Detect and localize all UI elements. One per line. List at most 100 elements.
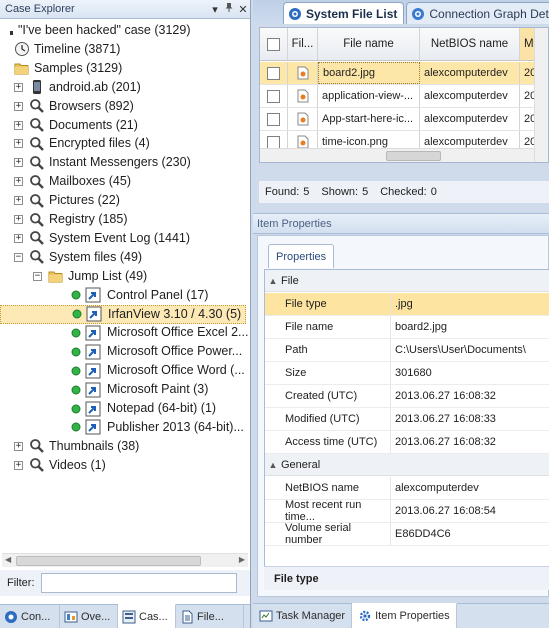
expand-icon[interactable]: +	[14, 139, 23, 149]
row-checkbox[interactable]	[267, 89, 280, 103]
tree-node[interactable]: Samples (3129)	[14, 59, 122, 78]
column-file-name[interactable]: File name	[318, 28, 420, 60]
tree-scroll-thumb[interactable]	[16, 556, 201, 566]
property-row[interactable]: Modified (UTC) 2013.06.27 16:08:33	[265, 408, 549, 431]
property-row[interactable]: Volume serial number E86DD4C6	[265, 522, 549, 546]
expand-icon[interactable]: +	[14, 120, 23, 130]
grid-horizontal-scrollbar[interactable]	[260, 148, 548, 162]
file-list-grid: Fil... File name NetBIOS name Most board…	[259, 27, 549, 163]
row-checkbox-cell[interactable]	[260, 108, 288, 130]
property-row[interactable]: Path C:\Users\User\Documents\	[265, 339, 549, 362]
property-description: File type	[264, 566, 549, 590]
tree-node[interactable]: Microsoft Office Power...	[71, 342, 242, 361]
tree-node[interactable]: Timeline (3871)	[14, 40, 120, 59]
grid-vertical-scrollbar[interactable]	[534, 28, 548, 162]
column-file-type[interactable]: Fil...	[288, 28, 318, 60]
property-category[interactable]: ▲ File	[265, 270, 549, 292]
tab-system-file-list[interactable]: System File List	[283, 2, 405, 24]
left-tab-file-tab[interactable]: File...	[176, 605, 244, 628]
property-row[interactable]: File type .jpg	[265, 293, 549, 316]
close-icon[interactable]: ✕	[236, 3, 250, 16]
tab-item-properties[interactable]: Item Properties	[352, 603, 457, 628]
tree-node[interactable]: Publisher 2013 (64-bit)...	[71, 418, 244, 437]
dropdown-icon[interactable]: ▾	[208, 3, 222, 16]
tree-node[interactable]: IrfanView 3.10 / 4.30 (5)	[0, 304, 246, 324]
left-tab-overview[interactable]: Ove...	[60, 605, 118, 628]
tree-node[interactable]: + Pictures (22)	[14, 191, 120, 210]
left-tab-case-tab[interactable]: Cas...	[118, 604, 176, 628]
tree-node-label: Control Panel (17)	[107, 287, 209, 302]
collapse-category-icon[interactable]: ▲	[265, 460, 281, 470]
filter-input[interactable]	[40, 573, 237, 593]
row-checkbox[interactable]	[267, 112, 280, 126]
property-row[interactable]: NetBIOS name alexcomputerdev	[265, 477, 549, 500]
property-row[interactable]: Created (UTC) 2013.06.27 16:08:32	[265, 385, 549, 408]
collapse-icon[interactable]: −	[14, 252, 23, 262]
property-row[interactable]: Size 301680	[265, 362, 549, 385]
tab-task-manager-label: Task Manager	[276, 610, 346, 622]
tree-node[interactable]: Control Panel (17)	[71, 286, 208, 305]
select-all-checkbox[interactable]	[267, 37, 280, 51]
tree-node[interactable]: + Browsers (892)	[14, 97, 134, 116]
tree-node[interactable]: + Documents (21)	[14, 116, 138, 135]
table-row[interactable]: application-view-...alexcomputerdev2013	[260, 85, 536, 108]
tree-node[interactable]: Notepad (64-bit) (1)	[71, 399, 216, 418]
expand-icon[interactable]: +	[14, 460, 23, 470]
property-row[interactable]: Access time (UTC) 2013.06.27 16:08:32	[265, 431, 549, 454]
tree-node[interactable]: + System Event Log (1441)	[14, 229, 190, 248]
property-row[interactable]: File name board2.jpg	[265, 316, 549, 339]
search-icon	[29, 457, 45, 473]
expand-icon[interactable]: +	[14, 101, 23, 111]
expand-icon[interactable]: +	[14, 177, 23, 187]
tree-horizontal-scrollbar[interactable]: ◀ ▶	[2, 553, 248, 567]
property-value: C:\Users\User\Documents\	[395, 344, 526, 356]
expand-icon[interactable]: +	[14, 82, 23, 92]
tree-node[interactable]: + Registry (185)	[14, 210, 128, 229]
tree-node[interactable]: Microsoft Paint (3)	[71, 380, 208, 399]
pin-icon[interactable]	[222, 2, 236, 16]
column-netbios-name[interactable]: NetBIOS name	[420, 28, 520, 60]
property-category[interactable]: ▲ General	[265, 454, 549, 476]
expand-icon[interactable]: +	[14, 158, 23, 168]
tree-node[interactable]: + Videos (1)	[14, 456, 106, 475]
row-checkbox[interactable]	[267, 66, 280, 80]
tree-node[interactable]: + Thumbnails (38)	[14, 437, 139, 456]
table-row[interactable]: board2.jpgalexcomputerdev2013	[260, 62, 536, 85]
property-key: Modified (UTC)	[265, 408, 391, 430]
tree-node[interactable]: Microsoft Office Excel 2...	[71, 323, 248, 342]
left-tab-label: Con...	[21, 610, 51, 623]
tab-connection-graph-details[interactable]: Connection Graph Details	[406, 2, 549, 24]
file-type-icon	[288, 62, 318, 84]
row-checkbox-cell[interactable]	[260, 62, 288, 84]
grid-scroll-thumb[interactable]	[386, 151, 441, 161]
tree-node[interactable]: + Encrypted files (4)	[14, 134, 150, 153]
row-checkbox-cell[interactable]	[260, 85, 288, 107]
row-checkbox[interactable]	[267, 135, 280, 149]
task-manager-icon	[259, 610, 273, 622]
collapse-icon[interactable]: −	[33, 271, 42, 281]
tab-task-manager[interactable]: Task Manager	[253, 604, 353, 628]
table-row[interactable]: App-start-here-ic...alexcomputerdev2013	[260, 108, 536, 131]
scroll-left-icon[interactable]: ◀	[5, 555, 11, 564]
tree-node[interactable]: − Jump List (49)	[33, 267, 147, 286]
property-row[interactable]: Most recent run time... 2013.06.27 16:08:…	[265, 499, 549, 523]
filter-label: Filter:	[7, 577, 35, 589]
tab-properties[interactable]: Properties	[268, 244, 335, 268]
tree-node[interactable]: + Instant Messengers (230)	[14, 153, 191, 172]
collapse-category-icon[interactable]: ▲	[265, 276, 281, 286]
expand-icon[interactable]: +	[14, 196, 23, 206]
tree-node[interactable]: + Mailboxes (45)	[14, 172, 131, 191]
shown-label: Shown:	[321, 186, 359, 198]
expand-icon[interactable]: +	[14, 233, 23, 243]
tree-node[interactable]: − System files (49)	[14, 248, 142, 267]
expand-icon[interactable]: +	[14, 441, 23, 451]
expand-icon[interactable]: +	[14, 215, 23, 224]
select-all-checkbox-cell[interactable]	[260, 28, 288, 60]
tree-node[interactable]: "I've been hacked" case (3129)	[8, 21, 190, 40]
tree-node[interactable]: + android.ab (201)	[14, 78, 141, 97]
scroll-right-icon[interactable]: ▶	[239, 555, 245, 564]
left-tab-connection[interactable]: Con...	[0, 605, 60, 628]
property-key: Path	[265, 339, 391, 361]
property-key: Most recent run time...	[265, 499, 391, 523]
tree-node[interactable]: Microsoft Office Word (...	[71, 361, 245, 380]
